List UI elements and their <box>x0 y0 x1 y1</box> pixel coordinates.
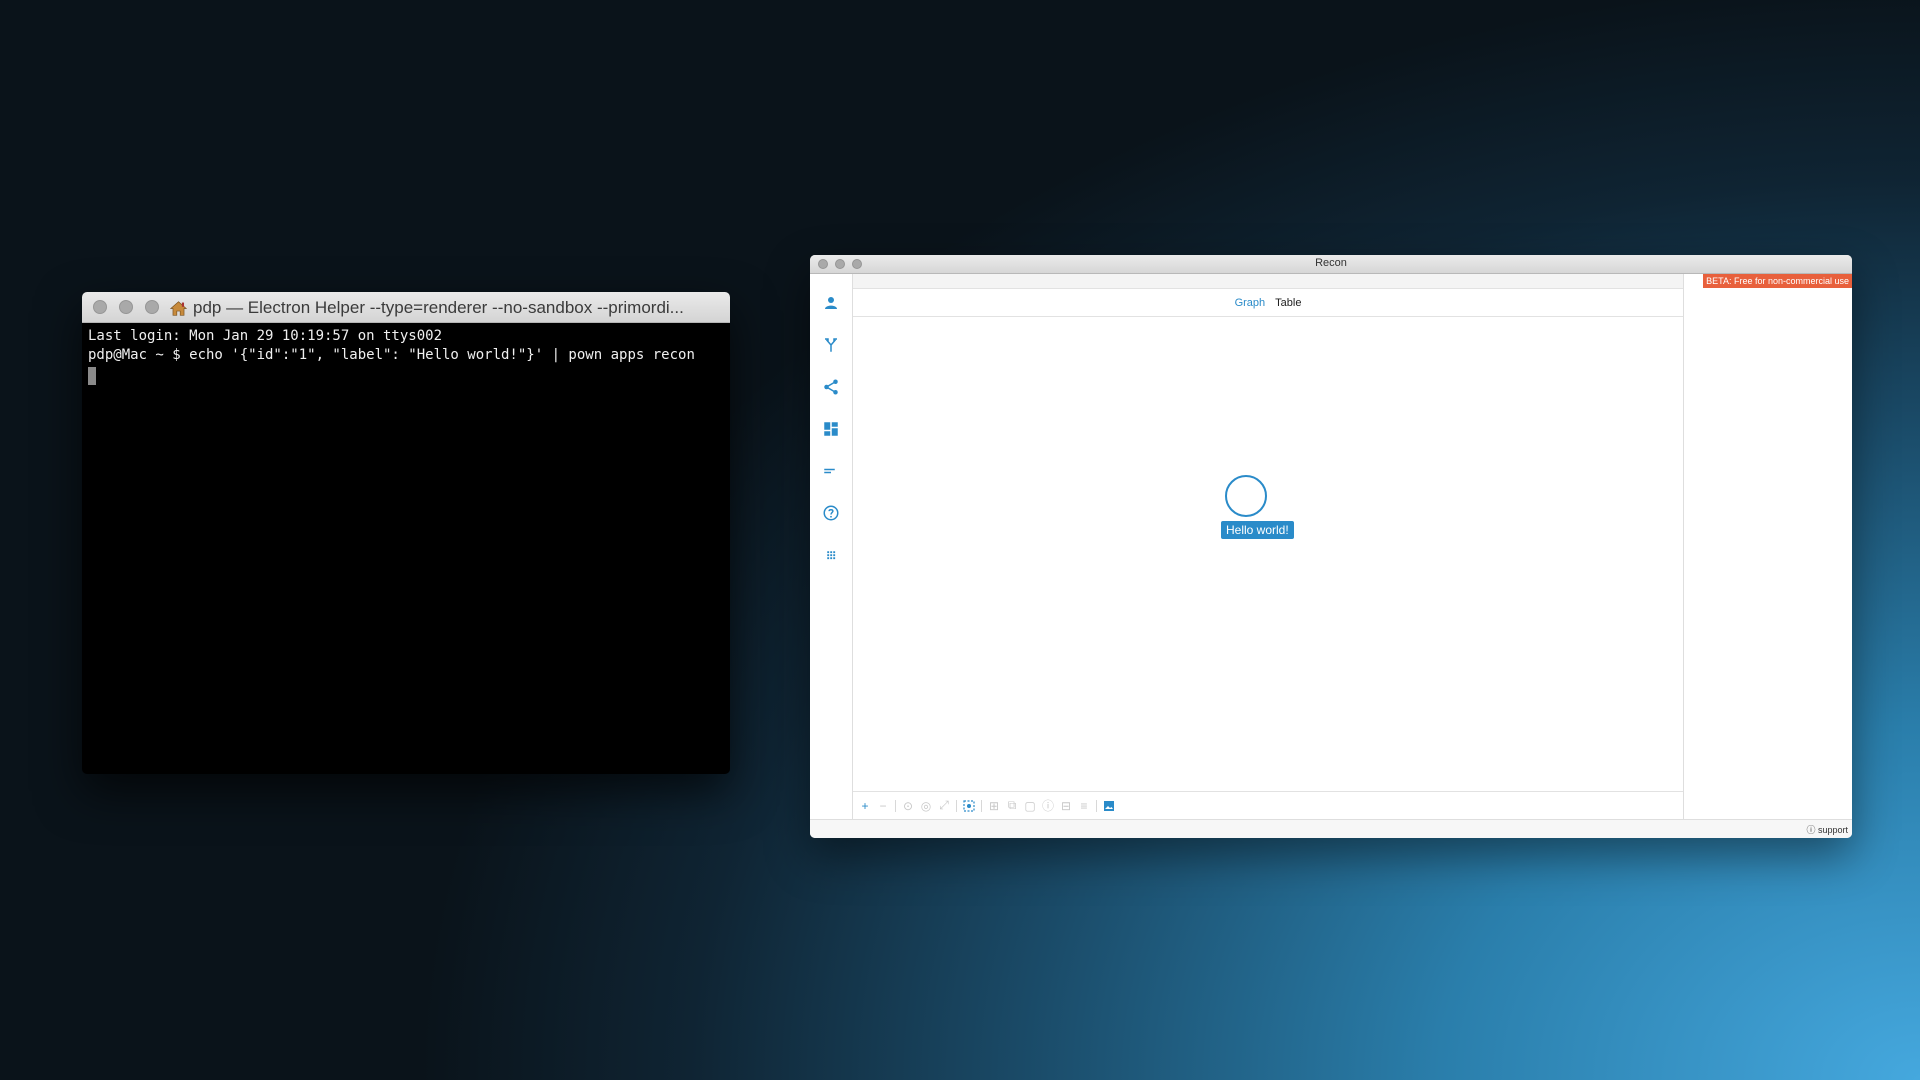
tab-table[interactable]: Table <box>1275 297 1301 309</box>
add-button[interactable]: + <box>859 799 871 813</box>
person-icon[interactable] <box>822 294 840 312</box>
terminal-line: pdp@Mac ~ $ echo '{"id":"1", "label": "H… <box>88 347 695 363</box>
share-icon[interactable] <box>822 378 840 396</box>
support-link[interactable]: ⓘ support <box>1806 823 1848 836</box>
graph-canvas[interactable]: Hello world! <box>853 317 1683 791</box>
top-strip <box>853 274 1683 289</box>
select-icon[interactable] <box>963 799 975 812</box>
home-icon <box>170 300 187 316</box>
group-icon[interactable]: ⊙ <box>902 799 914 813</box>
window-title: Recon <box>1315 257 1347 269</box>
tab-graph[interactable]: Graph <box>1235 297 1266 309</box>
toolbar-divider <box>895 799 896 812</box>
support-label: support <box>1817 825 1848 835</box>
terminal-output[interactable]: Last login: Mon Jan 29 10:19:57 on ttys0… <box>82 323 730 395</box>
layout-icon[interactable]: ⊞ <box>988 799 1000 813</box>
terminal-title-text: pdp — Electron Helper --type=renderer --… <box>193 298 684 317</box>
apps-icon[interactable] <box>822 546 840 564</box>
window-controls <box>93 300 159 314</box>
dashboard-icon[interactable] <box>822 420 840 438</box>
toolbar-divider <box>1096 799 1098 812</box>
sidebar <box>810 274 853 819</box>
graph-node-label[interactable]: Hello world! <box>1221 521 1294 539</box>
image-icon[interactable] <box>1103 800 1115 812</box>
beta-badge: BETA: Free for non-commercial use <box>1703 274 1852 288</box>
view-tabs: Graph Table <box>853 289 1683 317</box>
paste-icon[interactable]: ▢ <box>1024 799 1036 813</box>
graph-toolbar: + − ⊙ ◎ ⤢ ⊞ ⧉ ▢ ⓘ ⊟ ≡ <box>853 791 1683 819</box>
copy-icon[interactable]: ⧉ <box>1006 798 1018 813</box>
recon-window[interactable]: Recon Graph Table Hello world! + − ⊙ ◎ ⤢… <box>810 255 1852 838</box>
terminal-titlebar[interactable]: pdp — Electron Helper --type=renderer --… <box>82 292 730 323</box>
sort-icon[interactable] <box>822 462 840 480</box>
merge-icon[interactable] <box>822 336 840 354</box>
filter-icon[interactable]: ⊟ <box>1060 799 1072 813</box>
graph-node[interactable] <box>1225 475 1267 517</box>
status-bar: ⓘ support <box>810 819 1852 838</box>
link-icon[interactable]: ⤢ <box>938 798 950 813</box>
terminal-title: pdp — Electron Helper --type=renderer --… <box>170 298 722 318</box>
info-icon[interactable]: ⓘ <box>1042 797 1054 814</box>
toolbar-divider <box>956 799 957 812</box>
right-panel <box>1683 274 1852 819</box>
terminal-window[interactable]: pdp — Electron Helper --type=renderer --… <box>82 292 730 774</box>
toolbar-divider <box>981 799 982 812</box>
terminal-line: Last login: Mon Jan 29 10:19:57 on ttys0… <box>88 328 443 344</box>
minimize-button[interactable] <box>119 300 133 314</box>
info-icon: ⓘ <box>1806 825 1816 835</box>
main-panel: Graph Table Hello world! + − ⊙ ◎ ⤢ ⊞ ⧉ ▢… <box>853 274 1683 819</box>
list-icon[interactable]: ≡ <box>1078 799 1090 813</box>
help-icon[interactable] <box>822 504 840 522</box>
recon-titlebar[interactable]: Recon <box>810 255 1852 274</box>
terminal-cursor <box>88 367 96 385</box>
remove-button[interactable]: − <box>877 799 889 813</box>
ungroup-icon[interactable]: ◎ <box>920 799 932 813</box>
close-button[interactable] <box>93 300 107 314</box>
zoom-button[interactable] <box>145 300 159 314</box>
